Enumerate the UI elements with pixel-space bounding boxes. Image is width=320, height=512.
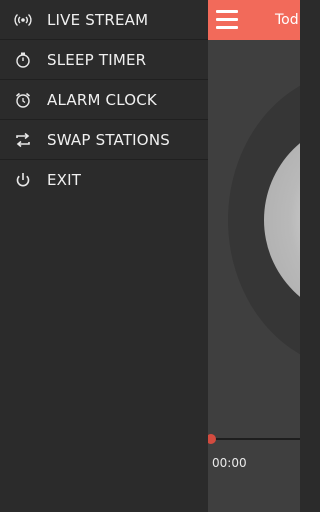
swap-arrows-icon (14, 131, 32, 149)
menu-item-label: SLEEP TIMER (47, 50, 147, 69)
menu-item-sleep-timer[interactable]: SLEEP TIMER (0, 40, 208, 80)
menu-item-live-stream[interactable]: LIVE STREAM (0, 0, 208, 40)
menu-item-label: ALARM CLOCK (47, 90, 157, 109)
power-icon (14, 171, 32, 189)
app-title: Tod (275, 12, 299, 28)
menu-item-swap-stations[interactable]: SWAP STATIONS (0, 120, 208, 160)
main-content: Tod 00:00 (208, 0, 300, 512)
menu-item-exit[interactable]: EXIT (0, 160, 208, 199)
app-bar: Tod (208, 0, 300, 40)
menu-item-label: EXIT (47, 170, 82, 189)
menu-item-alarm-clock[interactable]: ALARM CLOCK (0, 80, 208, 120)
elapsed-time: 00:00 (212, 456, 247, 470)
menu-item-label: SWAP STATIONS (47, 130, 170, 149)
progress-track[interactable] (208, 438, 300, 440)
radio-waves-icon (14, 11, 32, 29)
alarm-clock-icon (14, 91, 32, 109)
navigation-drawer: LIVE STREAM SLEEP TIMER ALARM CLOCK SWAP… (0, 0, 208, 512)
stopwatch-icon (14, 51, 32, 69)
menu-icon[interactable] (216, 10, 238, 30)
menu-item-label: LIVE STREAM (47, 10, 149, 29)
